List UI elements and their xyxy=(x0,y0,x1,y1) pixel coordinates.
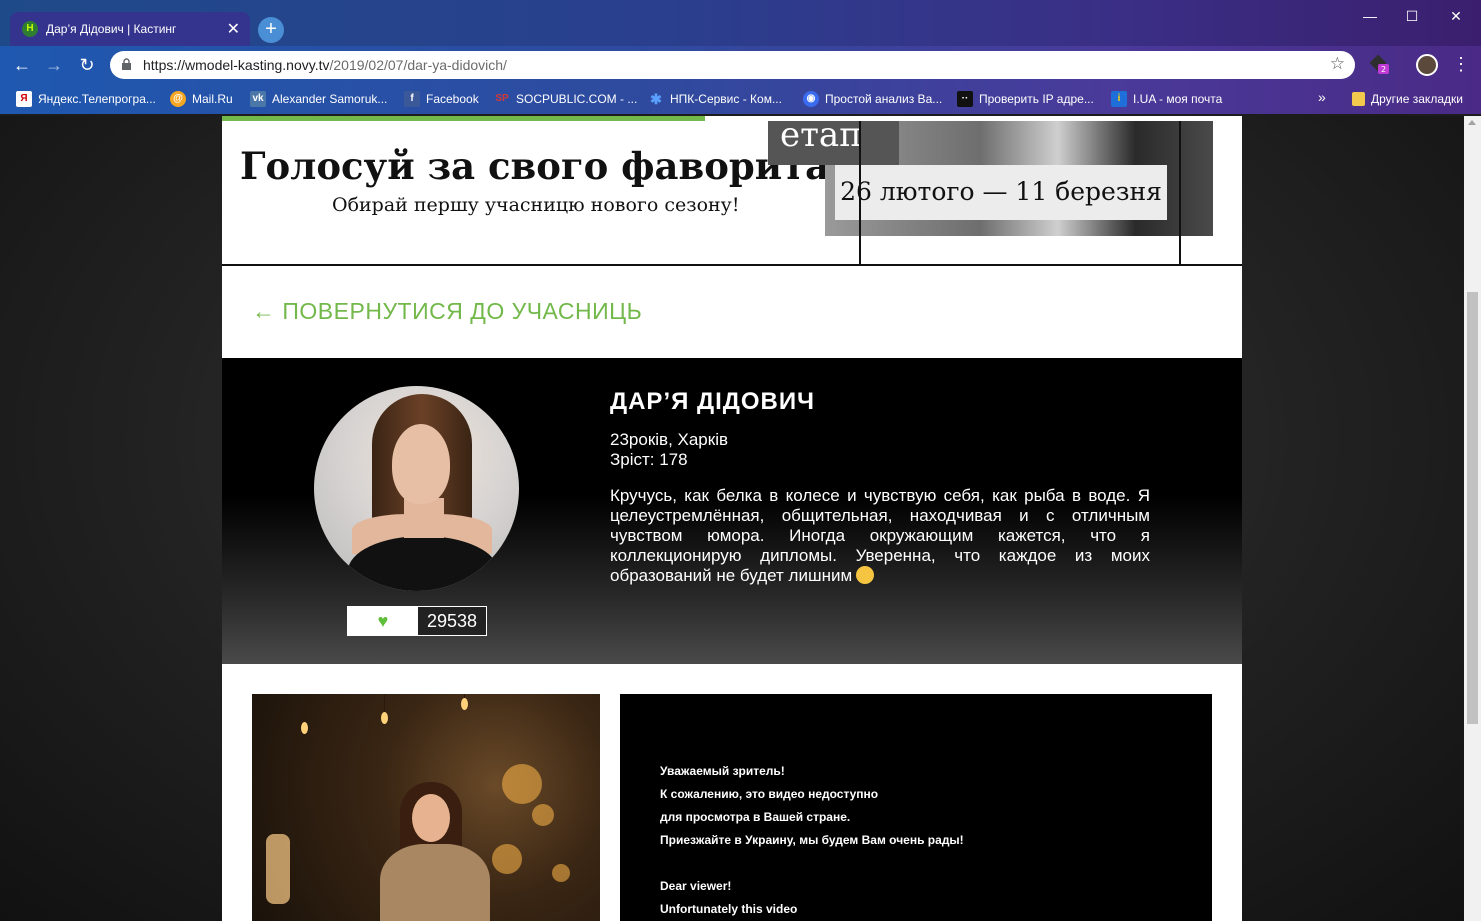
video-unavailable-message: Уважаемый зритель! К сожалению, это виде… xyxy=(660,764,964,916)
bookmark-star-icon[interactable]: ☆ xyxy=(1330,54,1345,74)
participant-photo-gallery[interactable] xyxy=(252,694,600,921)
bookmarks-bar: Я Яндекс.Телепрогра... @ Mail.Ru vk Alexand… xyxy=(0,84,1481,114)
back-arrow-icon[interactable]: ← xyxy=(11,54,33,76)
browser-tab-active[interactable]: Н Дар’я Дідович | Кастинг ✕ xyxy=(10,12,250,46)
folder-icon xyxy=(1352,92,1365,106)
browser-titlebar: Н Дар’я Дідович | Кастинг ✕ + — ☐ ✕ xyxy=(0,0,1481,46)
banner-accent-bar xyxy=(222,116,705,121)
iua-icon: i xyxy=(1111,91,1127,107)
maximize-window-button[interactable]: ☐ xyxy=(1389,6,1435,26)
bookmark-item[interactable]: f Facebook xyxy=(404,90,479,108)
address-bar[interactable]: https://wmodel-kasting.novy.tv/2019/02/0… xyxy=(110,51,1355,79)
browser-toolbar: ← → ↻ https://wmodel-kasting.novy.tv/201… xyxy=(0,46,1481,84)
site-favicon-icon: Н xyxy=(22,21,38,37)
socpublic-icon: SP xyxy=(495,93,509,104)
analysis-icon: ◉ xyxy=(803,91,819,107)
video-player-blocked[interactable]: Уважаемый зритель! К сожалению, это виде… xyxy=(620,694,1212,921)
participant-age-city: 23років, Харків xyxy=(610,430,729,449)
participant-profile: ♥ 29538 ДАР’Я ДІДОВИЧ 23років, Харків Зр… xyxy=(222,358,1242,664)
vote-banner[interactable]: Голосуй за свого фаворита! Обирай першу … xyxy=(222,116,1242,266)
url-text: https://wmodel-kasting.novy.tv/2019/02/0… xyxy=(143,57,507,73)
smiling-face-emoji-icon xyxy=(856,566,875,584)
extension-icon[interactable]: 2 xyxy=(1370,55,1390,75)
bookmark-item[interactable]: Я Яндекс.Телепрогра... xyxy=(16,90,156,108)
banner-dates: 26 лютого — 11 березня xyxy=(835,165,1167,220)
close-window-button[interactable]: ✕ xyxy=(1433,6,1479,26)
back-to-participants-link[interactable]: ← ПОВЕРНУТИСЯ ДО УЧАСНИЦЬ xyxy=(252,298,642,325)
lock-icon xyxy=(122,58,131,70)
menu-dots-icon[interactable]: ⋮ xyxy=(1452,54,1470,75)
banner-divider xyxy=(1179,121,1181,266)
vote-counter: ♥ 29538 xyxy=(347,606,487,636)
participant-height: Зріст: 178 xyxy=(610,450,688,469)
bookmark-item[interactable]: vk Alexander Samoruk... xyxy=(250,90,387,108)
scroll-up-arrow-icon[interactable] xyxy=(1468,120,1476,125)
tab-title: Дар’я Дідович | Кастинг xyxy=(46,22,177,36)
forward-arrow-icon[interactable]: → xyxy=(43,54,65,76)
new-tab-button[interactable]: + xyxy=(258,17,284,43)
banner-headline: Голосуй за свого фаворита! xyxy=(240,144,846,188)
close-tab-icon[interactable]: ✕ xyxy=(227,19,240,39)
vk-icon: vk xyxy=(250,91,266,107)
facebook-icon: f xyxy=(404,91,420,107)
snowflake-icon: ✱ xyxy=(650,91,662,107)
scrollbar-thumb[interactable] xyxy=(1467,292,1478,724)
other-bookmarks-folder[interactable]: Другие закладки xyxy=(1352,90,1463,108)
vote-count: 29538 xyxy=(418,607,486,635)
banner-stage-label: етап xyxy=(768,118,899,165)
ip-icon: ·· xyxy=(957,91,973,107)
banner-subheadline: Обирай першу учасницю нового сезону! xyxy=(332,194,740,216)
svg-text:2: 2 xyxy=(1381,65,1386,74)
participant-meta: 23років, Харків Зріст: 178 xyxy=(610,430,728,470)
reload-icon[interactable]: ↻ xyxy=(76,54,98,76)
bookmark-item[interactable]: i I.UA - моя почта xyxy=(1111,90,1222,108)
profile-avatar[interactable] xyxy=(1416,54,1438,76)
banner-divider xyxy=(859,121,861,266)
page-scrollbar[interactable] xyxy=(1464,116,1481,921)
bookmark-item[interactable]: SP SOCPUBLIC.COM - ... xyxy=(494,90,637,108)
bookmark-item[interactable]: ·· Проверить IP адре... xyxy=(957,90,1094,108)
bookmark-item[interactable]: @ Mail.Ru xyxy=(170,90,233,108)
minimize-window-button[interactable]: — xyxy=(1347,6,1393,26)
bookmark-item[interactable]: ✱ НПК-Сервис - Ком... xyxy=(648,90,782,108)
participant-name: ДАР’Я ДІДОВИЧ xyxy=(610,388,815,415)
heart-icon[interactable]: ♥ xyxy=(348,607,418,635)
page-viewport: Голосуй за свого фаворита! Обирай першу … xyxy=(0,116,1464,921)
participant-bio: Кручусь, как белка в колесе и чувствую с… xyxy=(610,486,1150,585)
mailru-icon: @ xyxy=(170,91,186,107)
bookmarks-overflow-button[interactable]: » xyxy=(1318,89,1326,105)
yandex-icon: Я xyxy=(16,91,32,107)
participant-photo xyxy=(314,386,519,591)
page-content: Голосуй за свого фаворита! Обирай першу … xyxy=(222,116,1242,921)
bookmark-item[interactable]: ◉ Простой анализ Ва... xyxy=(803,90,942,108)
